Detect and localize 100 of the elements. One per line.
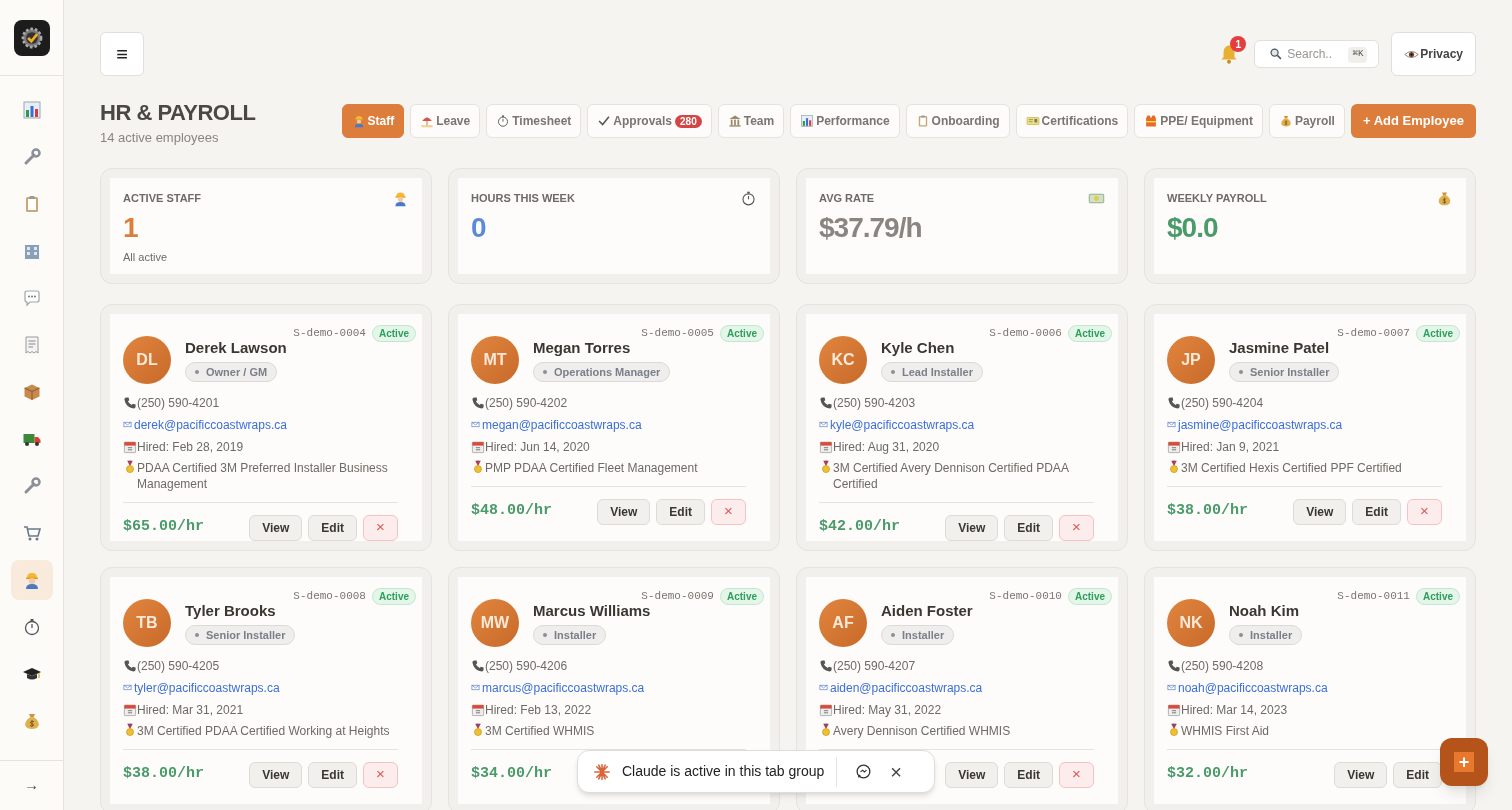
medal-icon (1167, 459, 1181, 474)
notification-badge: 1 (1230, 36, 1247, 52)
burst-icon (594, 763, 610, 780)
speech-bubble-icon (21, 288, 42, 308)
tab[interactable]: PPE/ Equipment (1134, 104, 1263, 138)
calendar-icon (123, 439, 137, 454)
privacy-button[interactable]: Privacy (1391, 32, 1476, 76)
edit-button[interactable]: Edit (308, 761, 357, 788)
chat-icon (855, 763, 873, 780)
count-badge: 280 (675, 114, 702, 128)
chat-button[interactable] (855, 763, 873, 780)
money-bag-icon (1278, 114, 1293, 128)
tab[interactable]: Performance (790, 104, 900, 138)
avatar: KC (819, 335, 867, 384)
role-tag: Lead Installer (881, 362, 983, 383)
page-subtitle: 14 active employees (100, 129, 220, 147)
certifications: 3M Certified WHMIS (485, 722, 595, 739)
email-link[interactable]: aiden@pacificcoastwraps.ca (830, 678, 983, 697)
employee-name: Derek Lawson (185, 337, 287, 358)
stat-value: 0 (471, 210, 487, 245)
edit-button[interactable]: Edit (656, 498, 705, 525)
delete-button[interactable]: × (1059, 514, 1094, 541)
app-logo[interactable] (13, 19, 50, 56)
hourly-rate: $38.00/hr (123, 764, 204, 785)
email-link[interactable]: kyle@pacificcoastwraps.ca (830, 415, 975, 434)
phone-icon (123, 658, 137, 673)
tab[interactable]: Leave (410, 104, 481, 138)
close-button[interactable]: × (890, 761, 903, 782)
hourly-rate: $34.00/hr (471, 764, 552, 785)
hire-date: Hired: Feb 13, 2022 (485, 701, 592, 719)
calendar-icon (819, 702, 833, 717)
id-card-icon (1025, 114, 1040, 128)
envelope-icon (471, 420, 480, 429)
delete-button[interactable]: × (1059, 761, 1094, 788)
hourly-rate: $42.00/hr (819, 517, 900, 538)
add-button[interactable]: + (1440, 738, 1488, 786)
status-badge: Active (720, 587, 764, 605)
collapse-button[interactable]: → (16, 774, 47, 797)
calendar-icon (1167, 702, 1181, 717)
tab[interactable]: Approvals 280 (587, 104, 712, 138)
email-link[interactable]: megan@pacificcoastwraps.ca (482, 415, 642, 434)
safety-vest-icon (1144, 114, 1159, 128)
view-button[interactable]: View (249, 514, 303, 541)
avatar: AF (819, 598, 867, 647)
cart-icon (21, 523, 42, 543)
email-link[interactable]: noah@pacificcoastwraps.ca (1178, 678, 1328, 697)
view-button[interactable]: View (597, 498, 651, 525)
tab[interactable]: Team (717, 104, 785, 138)
edit-button[interactable]: Edit (1393, 761, 1442, 788)
view-button[interactable]: View (1293, 498, 1347, 525)
tab[interactable]: Payroll (1268, 104, 1345, 138)
edit-button[interactable]: Edit (308, 514, 357, 541)
calendar-icon (471, 439, 485, 454)
stat-note: All active (123, 249, 169, 265)
tab[interactable]: Certifications (1015, 104, 1129, 138)
delete-button[interactable]: × (363, 761, 398, 788)
envelope-icon (1167, 420, 1176, 429)
edit-button[interactable]: Edit (1004, 761, 1053, 788)
status-badge: Active (720, 324, 764, 342)
add-employee-button[interactable]: + Add Employee (1350, 104, 1476, 138)
stopwatch-icon (496, 114, 511, 128)
certifications: WHMIS First Aid (1181, 722, 1269, 739)
tab[interactable]: Timesheet (486, 104, 582, 138)
checkmark-icon (597, 114, 612, 128)
view-button[interactable]: View (945, 514, 999, 541)
edit-button[interactable]: Edit (1004, 514, 1053, 541)
status-badge: Active (1416, 324, 1460, 342)
delete-button[interactable]: × (1407, 498, 1442, 525)
stat-value: 1 (123, 210, 139, 245)
edit-button[interactable]: Edit (1352, 498, 1401, 525)
certifications: 3M Certified Hexis Certified PPF Certified (1181, 459, 1402, 476)
toast-message: Claude is active in this tab group (622, 762, 825, 781)
delete-button[interactable]: × (711, 498, 746, 525)
hire-date: Hired: May 31, 2022 (833, 701, 942, 719)
envelope-icon (819, 683, 828, 692)
view-button[interactable]: View (1334, 761, 1388, 788)
email-link[interactable]: tyler@pacificcoastwraps.ca (134, 678, 280, 697)
phone-number: (250) 590-4204 (1181, 394, 1264, 412)
tab[interactable]: Staff (341, 104, 405, 138)
hourly-rate: $65.00/hr (123, 517, 204, 538)
employee-id: S-demo-0010 (989, 588, 1062, 604)
medal-icon (471, 722, 485, 737)
email-link[interactable]: derek@pacificcoastwraps.ca (134, 415, 287, 434)
view-button[interactable]: View (945, 761, 999, 788)
email-link[interactable]: marcus@pacificcoastwraps.ca (482, 678, 645, 697)
email-link[interactable]: jasmine@pacificcoastwraps.ca (1178, 415, 1343, 434)
package-icon (21, 382, 42, 402)
role-tag: Owner / GM (185, 362, 278, 383)
stat-label: WEEKLY PAYROLL (1167, 190, 1267, 206)
employee-id: S-demo-0011 (1337, 588, 1410, 604)
view-button[interactable]: View (249, 761, 303, 788)
menu-button[interactable]: ≡ (100, 32, 144, 76)
phone-number: (250) 590-4206 (485, 657, 568, 675)
delete-button[interactable]: × (363, 514, 398, 541)
role-tag: Installer (1229, 625, 1303, 646)
hire-date: Hired: Mar 31, 2021 (137, 701, 244, 719)
tab[interactable]: Onboarding (905, 104, 1010, 138)
hire-date: Hired: Jun 14, 2020 (485, 438, 590, 456)
avatar: TB (123, 598, 171, 647)
role-tag: Senior Installer (185, 625, 296, 646)
